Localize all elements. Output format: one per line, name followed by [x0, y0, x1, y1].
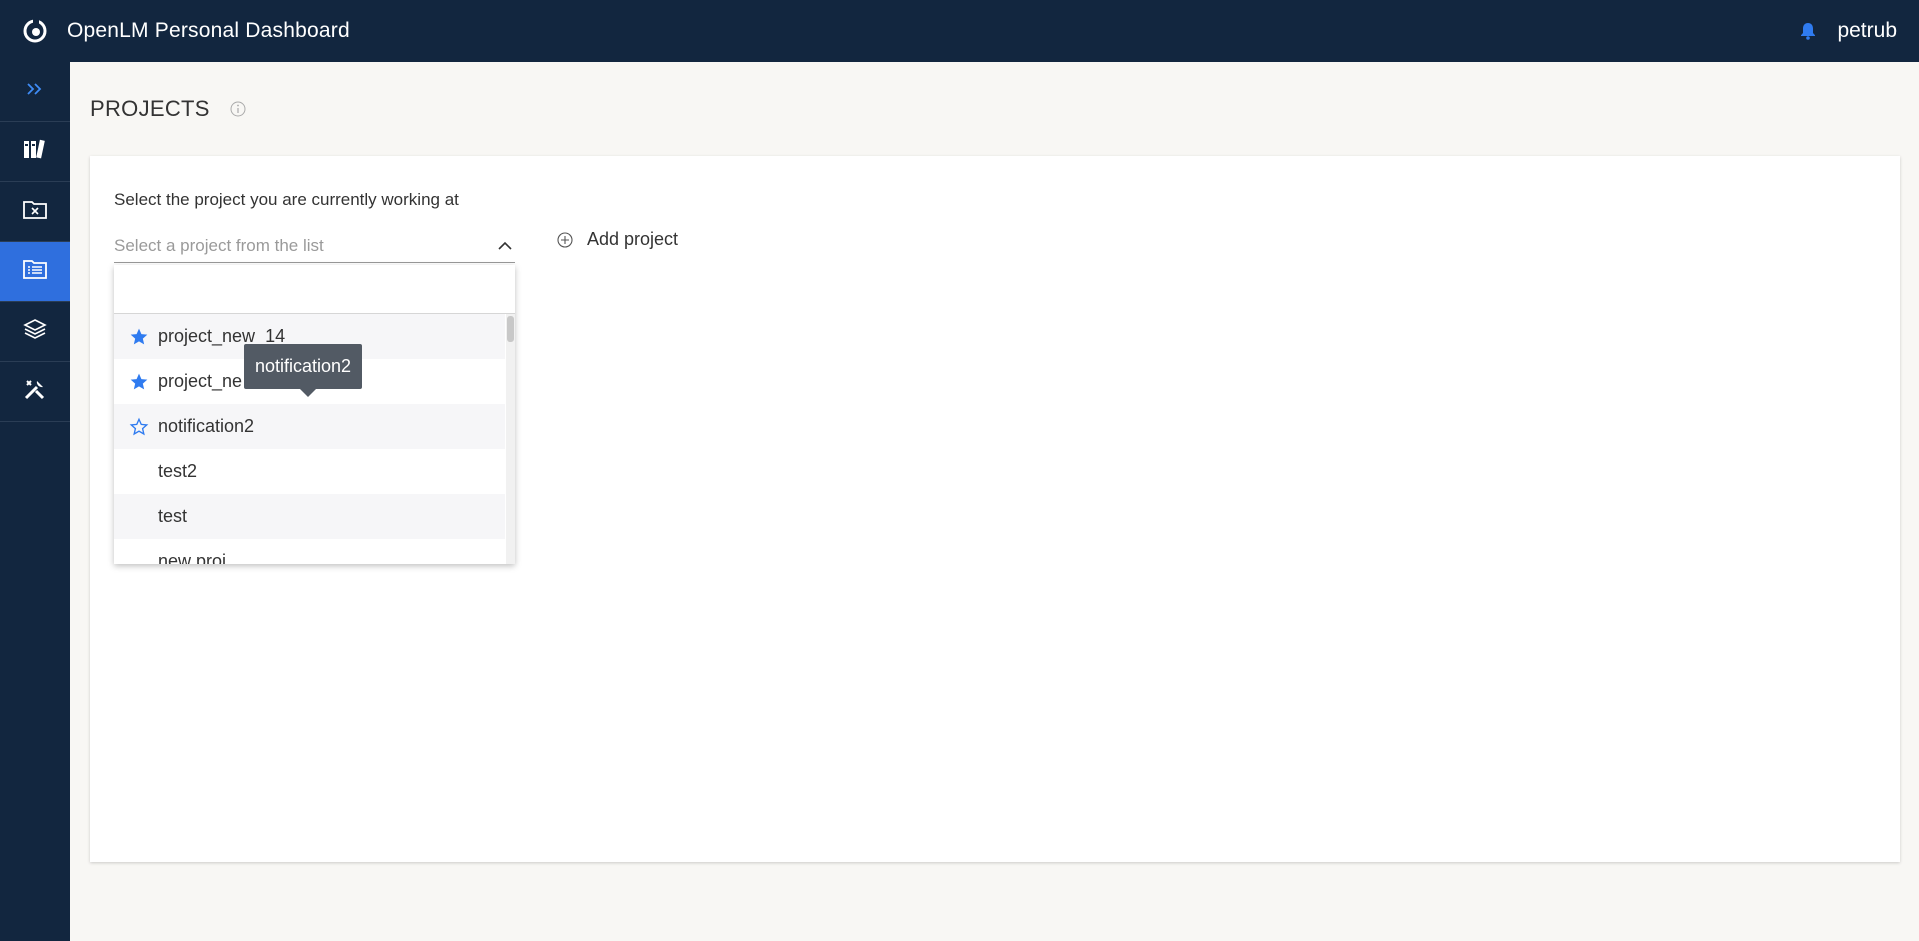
- folder-x-icon: [23, 199, 47, 224]
- sidebar-item-layers[interactable]: [0, 302, 70, 362]
- username[interactable]: petrub: [1837, 19, 1897, 43]
- sidebar-item-denials[interactable]: [0, 182, 70, 242]
- add-project-label: Add project: [587, 229, 679, 249]
- sidebar-item-projects[interactable]: [0, 242, 70, 302]
- star-filled-icon[interactable]: [128, 326, 150, 348]
- dropdown-item-label: project_ne: [158, 371, 243, 391]
- sidebar-item-tools[interactable]: [0, 362, 70, 422]
- top-bar: OpenLM Personal Dashboard petrub: [0, 0, 1919, 62]
- dropdown-item-test2[interactable]: test2: [114, 449, 505, 494]
- project-select-placeholder: Select a project from the list: [114, 236, 324, 255]
- project-select[interactable]: Select a project from the list: [114, 230, 515, 263]
- sidebar: [0, 62, 70, 941]
- page-title: PROJECTS: [90, 96, 210, 121]
- dropdown-item-label: new proj: [158, 551, 227, 564]
- sidebar-item-library[interactable]: [0, 122, 70, 182]
- add-circle-icon: [557, 231, 573, 248]
- dropdown-item-label: notification2: [158, 416, 255, 436]
- item-tooltip: notification2: [244, 344, 363, 397]
- tools-icon: [23, 377, 47, 406]
- bell-icon[interactable]: [1799, 21, 1819, 41]
- expand-chevrons-icon: [26, 82, 44, 101]
- main-content: PROJECTS Select the project you are curr…: [70, 62, 1919, 941]
- dropdown-search-input[interactable]: [124, 265, 505, 313]
- star-outline-icon[interactable]: [128, 416, 150, 438]
- dropdown-item-new-proj[interactable]: new proj: [114, 539, 505, 564]
- projects-card: Select the project you are currently wor…: [90, 156, 1900, 862]
- dropdown-item-notification2[interactable]: notification2: [114, 404, 505, 449]
- projects-list-icon: [23, 259, 47, 284]
- dropdown-search: [114, 265, 515, 314]
- dropdown-item-label: test2: [158, 461, 198, 481]
- select-project-label: Select the project you are currently wor…: [114, 190, 459, 209]
- project-dropdown: project_new_14 project_ne notification2: [114, 265, 515, 564]
- dropdown-item-label: test: [158, 506, 188, 526]
- dropdown-scrollbar-thumb[interactable]: [507, 316, 514, 342]
- dropdown-scrollbar[interactable]: [506, 314, 515, 564]
- chevron-up-icon[interactable]: [497, 238, 513, 254]
- app-title: OpenLM Personal Dashboard: [67, 19, 350, 42]
- openlm-logo-icon[interactable]: [20, 16, 50, 46]
- library-icon: [23, 138, 47, 165]
- add-project-button[interactable]: Add project: [557, 229, 678, 250]
- layers-icon: [23, 318, 47, 345]
- sidebar-expand-button[interactable]: [0, 62, 70, 122]
- dropdown-item-test[interactable]: test: [114, 494, 505, 539]
- star-filled-icon[interactable]: [128, 371, 150, 393]
- info-icon[interactable]: [230, 101, 246, 117]
